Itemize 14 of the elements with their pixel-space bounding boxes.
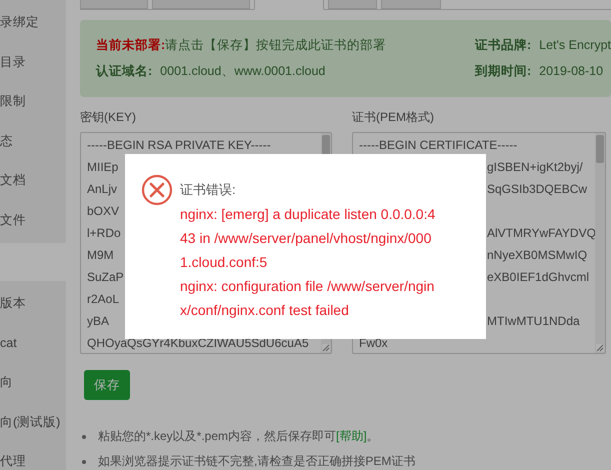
domain-label: 认证域名: (96, 64, 152, 78)
help-note: 如果浏览器提示证书链不完整,请检查是否正确拼接PEM证书 (98, 453, 416, 470)
domain-value: 0001.cloud、www.0001.cloud (160, 64, 326, 78)
field-label: 证书(PEM格式) (352, 109, 435, 126)
error-message: nginx: configuration file /www/server/nginx/conf/nginx.conf test failed (180, 277, 436, 320)
field-label: 密钥(KEY) (80, 109, 138, 126)
expiry-label: 到期时间: (474, 64, 532, 78)
brand-value: Let's Encrypt (539, 38, 611, 52)
help-note: 粘贴您的*.key以及*.pem内容，然后保存即可[帮助]。 (98, 428, 379, 445)
brand-label: 证书品牌: (474, 38, 532, 52)
status-text: 请点击【保存】按钮完成此证书的部署 (165, 38, 386, 52)
dialog-title: 证书错误: (180, 181, 237, 199)
status-label: 当前未部署: (96, 38, 166, 52)
expiry-value: 2019-08-10 (539, 64, 604, 78)
